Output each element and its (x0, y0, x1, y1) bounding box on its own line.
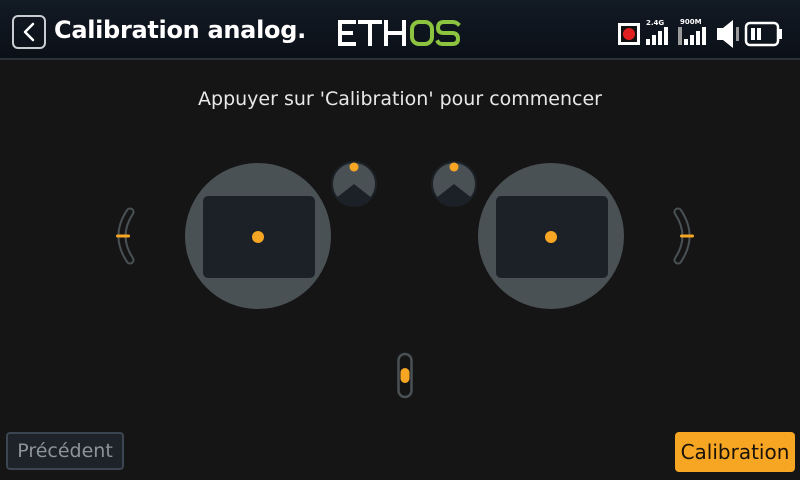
pot-2-indicator (431, 161, 477, 207)
pot-2-knob-dot (449, 162, 459, 172)
left-stick-gimbal (185, 163, 331, 309)
left-slider-marker (116, 234, 130, 238)
calibration-stage (116, 161, 694, 399)
left-stick-position-indicator (252, 231, 264, 243)
left-slider-indicator (116, 207, 135, 265)
center-slider-indicator (397, 352, 413, 399)
right-slider-marker (680, 234, 694, 238)
center-slider-marker (400, 368, 410, 383)
pot-1-knob-dot (349, 162, 359, 172)
pot-1-indicator (331, 161, 377, 207)
right-slider-indicator (673, 207, 694, 265)
calibration-button[interactable]: Calibration (675, 432, 795, 472)
right-stick-gimbal (478, 163, 624, 309)
previous-button[interactable]: Précédent (6, 432, 124, 470)
right-stick-position-indicator (545, 231, 557, 243)
